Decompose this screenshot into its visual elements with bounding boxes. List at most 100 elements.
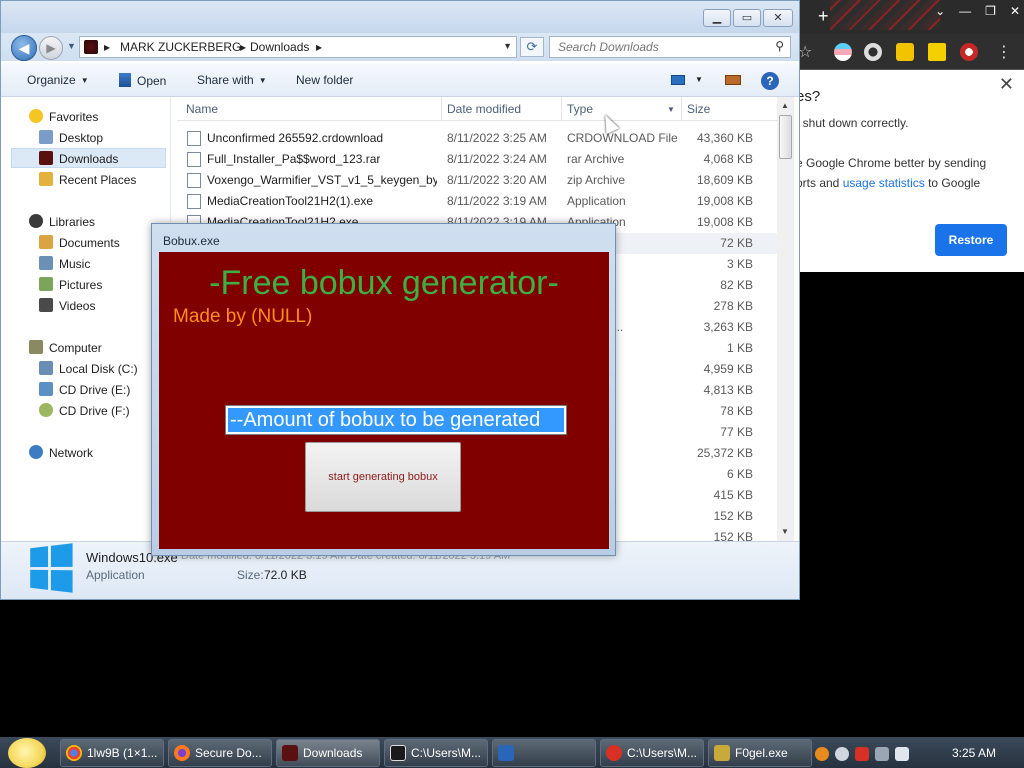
nav-documents[interactable]: Documents xyxy=(39,233,120,253)
pictures-icon xyxy=(39,277,53,291)
nav-downloads[interactable]: Downloads xyxy=(39,149,118,169)
breadcrumb-separator-icon[interactable]: ▸ xyxy=(104,40,110,54)
file-row[interactable]: Unconfirmed 265592.crdownload 8/11/2022 3… xyxy=(177,128,777,149)
column-separator[interactable] xyxy=(441,97,442,121)
file-date: 8/11/2022 3:24 AM xyxy=(447,152,547,166)
restore-icon[interactable]: ❐ xyxy=(985,4,996,18)
nav-pictures[interactable]: Pictures xyxy=(39,275,102,295)
open-button[interactable]: Open xyxy=(119,73,166,88)
taskbar-clock[interactable]: 3:25 AM xyxy=(952,746,996,760)
bobux-window-title[interactable]: Bobux.exe xyxy=(163,234,220,248)
usage-statistics-link[interactable]: usage statistics xyxy=(843,176,925,190)
scroll-thumb[interactable] xyxy=(779,115,792,159)
bobux-amount-field[interactable]: --Amount of bobux to be generated xyxy=(225,405,567,435)
nav-music[interactable]: Music xyxy=(39,254,90,274)
file-size: 152 KB xyxy=(713,509,753,523)
profile-avatar-icon[interactable] xyxy=(960,43,978,61)
nav-label: Computer xyxy=(49,341,102,355)
explorer-title-bar[interactable]: ▁ ▭ ✕ xyxy=(1,1,799,33)
minimize-button[interactable]: ▁ xyxy=(703,9,731,27)
bobux-amount-selected-text[interactable]: --Amount of bobux to be generated xyxy=(228,408,564,432)
bubble-text-part: to Google xyxy=(928,176,981,190)
nav-favorites[interactable]: Favorites xyxy=(29,107,98,127)
chevron-down-icon[interactable]: ▼ xyxy=(667,105,675,114)
preview-pane-icon[interactable] xyxy=(725,75,741,85)
nav-recent-places[interactable]: Recent Places xyxy=(39,170,136,190)
nav-cd-drive-f[interactable]: CD Drive (F:) xyxy=(39,401,130,421)
start-button[interactable] xyxy=(8,738,46,768)
nav-local-disk[interactable]: Local Disk (C:) xyxy=(39,359,138,379)
close-button[interactable]: ✕ xyxy=(763,9,793,27)
new-tab-button[interactable]: + xyxy=(818,6,829,26)
breadcrumb-separator-icon[interactable]: ▸ xyxy=(240,40,246,54)
forward-button[interactable]: ▶ xyxy=(39,36,63,60)
disk-drive-icon xyxy=(39,361,53,375)
column-type[interactable]: Type xyxy=(567,102,593,116)
file-type: Application xyxy=(567,194,626,208)
file-row[interactable]: MediaCreationTool21H2(1).exe 8/11/2022 3:… xyxy=(177,191,777,212)
taskbar-item-cmd-error[interactable]: C:\Users\M... xyxy=(600,739,704,767)
search-tray-icon[interactable] xyxy=(815,747,829,761)
network-tray-icon[interactable] xyxy=(875,747,889,761)
column-separator[interactable] xyxy=(681,97,682,121)
back-button[interactable]: ◀ xyxy=(11,35,37,61)
column-name[interactable]: Name xyxy=(186,102,218,116)
file-row[interactable]: Full_Installer_Pa$$word_123.rar 8/11/2022… xyxy=(177,149,777,170)
extension-circle-icon[interactable] xyxy=(864,43,882,61)
scroll-down-icon[interactable]: ▼ xyxy=(781,527,789,536)
smiley-tray-icon[interactable] xyxy=(835,747,849,761)
help-icon[interactable]: ? xyxy=(761,72,779,90)
recent-pages-chevron-icon[interactable]: ▼ xyxy=(67,41,76,51)
maximize-button[interactable]: ▭ xyxy=(733,9,761,27)
nav-network[interactable]: Network xyxy=(29,443,93,463)
column-size[interactable]: Size xyxy=(687,102,710,116)
close-icon[interactable]: ✕ xyxy=(1010,4,1020,18)
volume-icon[interactable] xyxy=(895,747,909,761)
search-input[interactable] xyxy=(550,37,760,57)
bookmark-star-icon[interactable]: ☆ xyxy=(798,42,812,62)
chevron-down-icon[interactable]: ▼ xyxy=(695,75,703,84)
restore-button[interactable]: Restore xyxy=(935,224,1007,256)
file-name: Voxengo_Warmifier_VST_v1_5_keygen_by... xyxy=(207,173,437,187)
close-icon[interactable]: ✕ xyxy=(999,74,1014,95)
file-size: 1 KB xyxy=(726,341,753,355)
file-icon xyxy=(187,131,201,146)
nav-computer[interactable]: Computer xyxy=(29,338,102,358)
search-icon[interactable]: ⚲ xyxy=(775,39,784,53)
kebab-menu-icon[interactable]: ⋮ xyxy=(996,42,1012,62)
column-separator[interactable] xyxy=(561,97,562,121)
share-with-button[interactable]: Share with ▼ xyxy=(197,73,267,87)
taskbar-item-firefox[interactable]: Secure Do... xyxy=(168,739,272,767)
restore-pages-bubble: ✕ es? t shut down correctly. e Google Ch… xyxy=(790,70,1024,272)
nav-desktop[interactable]: Desktop xyxy=(39,128,103,148)
nav-cd-drive-e[interactable]: CD Drive (E:) xyxy=(39,380,130,400)
extension-square-icon[interactable] xyxy=(928,43,946,61)
taskbar-item-downloads[interactable]: Downloads xyxy=(276,739,380,767)
extensions-puzzle-icon[interactable] xyxy=(896,43,914,61)
nav-libraries[interactable]: Libraries xyxy=(29,212,95,232)
refresh-button[interactable]: ⟳ xyxy=(520,37,544,57)
breadcrumb-user[interactable]: MARK ZUCKERBERG xyxy=(120,40,241,54)
address-history-chevron-icon[interactable]: ▼ xyxy=(503,41,512,51)
new-folder-button[interactable]: New folder xyxy=(296,73,353,87)
scroll-up-icon[interactable]: ▲ xyxy=(781,101,789,110)
nav-videos[interactable]: Videos xyxy=(39,296,95,316)
start-generating-button[interactable]: start generating bobux xyxy=(305,442,461,512)
extension-flag-icon[interactable] xyxy=(834,43,852,61)
minimize-icon[interactable]: — xyxy=(959,4,971,18)
search-box[interactable]: ⚲ xyxy=(549,36,791,58)
breadcrumb-separator-icon[interactable]: ▸ xyxy=(316,40,322,54)
taskbar-item-chrome[interactable]: 1lw9B (1×1... xyxy=(60,739,164,767)
taskbar-item-f0gel[interactable]: F0gel.exe xyxy=(708,739,812,767)
chevron-down-icon[interactable]: ⌄ xyxy=(935,4,945,18)
file-row[interactable]: Voxengo_Warmifier_VST_v1_5_keygen_by... 8… xyxy=(177,170,777,191)
organize-button[interactable]: Organize ▼ xyxy=(27,73,89,87)
action-center-flag-icon[interactable] xyxy=(855,747,869,761)
address-box[interactable]: ▸ MARK ZUCKERBERG ▸ Downloads ▸ ▼ xyxy=(79,36,517,58)
breadcrumb-downloads[interactable]: Downloads xyxy=(250,40,309,54)
taskbar-item-7zip[interactable]: C:\Users\M... xyxy=(384,739,488,767)
column-date-modified[interactable]: Date modified xyxy=(447,102,521,116)
taskbar-item-app[interactable] xyxy=(492,739,596,767)
change-view-icon[interactable] xyxy=(671,75,685,85)
vertical-scrollbar[interactable]: ▲ ▼ xyxy=(777,97,794,541)
